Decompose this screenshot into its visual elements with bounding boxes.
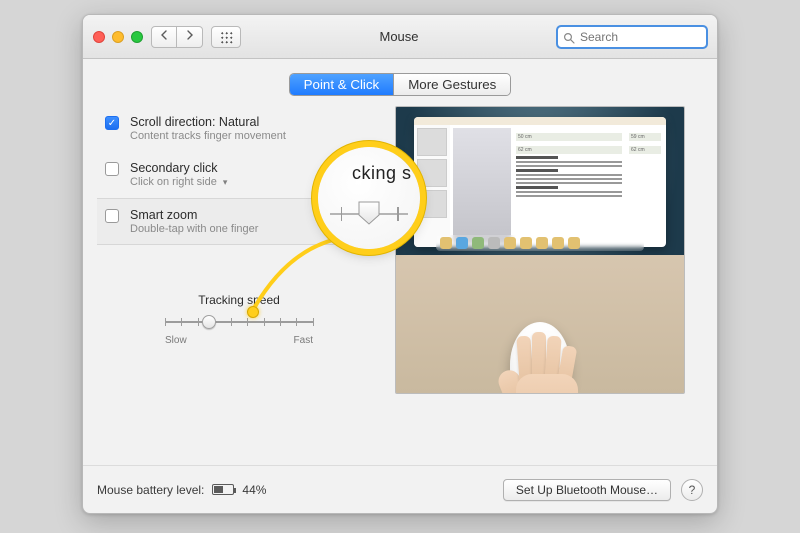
chevron-down-icon[interactable]: ▾ — [223, 177, 228, 187]
setup-bluetooth-button[interactable]: Set Up Bluetooth Mouse… — [503, 479, 671, 501]
preview-desk — [396, 255, 684, 393]
back-button[interactable] — [151, 26, 177, 48]
tracking-speed-group: Tracking speed Slow F — [97, 293, 381, 346]
tracking-speed-thumb[interactable] — [202, 315, 216, 329]
tab-point-and-click[interactable]: Point & Click — [290, 74, 395, 95]
bottom-bar: Mouse battery level: 44% Set Up Bluetoot… — [83, 465, 717, 513]
grid-icon — [219, 30, 233, 44]
preview-desktop: 50 cm 62 cm 59 c — [396, 107, 684, 255]
battery-value: 44% — [242, 483, 266, 497]
option-title: Secondary click — [130, 161, 227, 175]
show-all-prefs-button[interactable] — [211, 26, 241, 48]
gesture-preview: 50 cm 62 cm 59 c — [395, 106, 685, 394]
magnifier-slider — [330, 203, 408, 233]
tracking-speed-label: Tracking speed — [97, 293, 381, 307]
callout-source-dot — [247, 306, 259, 318]
magnifier-text-fragment: cking s — [352, 163, 412, 184]
magnifier-callout: cking s — [318, 147, 420, 249]
search-input[interactable] — [557, 26, 707, 48]
tracking-slow-label: Slow — [165, 335, 187, 346]
tracking-fast-label: Fast — [294, 335, 313, 346]
option-scroll-direction[interactable]: ✓ Scroll direction: Natural Content trac… — [97, 106, 381, 152]
checkbox-scroll-direction[interactable]: ✓ — [105, 116, 119, 130]
zoom-icon[interactable] — [131, 31, 143, 43]
battery-icon — [212, 484, 234, 495]
preview-app-window: 50 cm 62 cm 59 c — [414, 117, 666, 247]
magnifier-slider-thumb — [358, 201, 380, 225]
checkbox-secondary-click[interactable] — [105, 162, 119, 176]
window-title: Mouse — [249, 29, 549, 44]
battery-status: Mouse battery level: 44% — [97, 483, 266, 497]
window-toolbar: Mouse — [83, 15, 717, 59]
tab-row: Point & Click More Gestures — [83, 59, 717, 106]
help-button[interactable]: ? — [681, 479, 703, 501]
option-title: Scroll direction: Natural — [130, 115, 286, 129]
battery-label: Mouse battery level: — [97, 483, 204, 497]
search-wrap — [557, 26, 707, 48]
preferences-window: Mouse Point & Click More Gestures ✓ Scro… — [82, 14, 718, 514]
close-icon[interactable] — [93, 31, 105, 43]
preview-column: 50 cm 62 cm 59 c — [395, 106, 703, 394]
chevron-left-icon — [160, 30, 168, 43]
nav-back-forward — [151, 26, 203, 48]
minimize-icon[interactable] — [112, 31, 124, 43]
window-controls — [93, 31, 143, 43]
forward-button[interactable] — [177, 26, 203, 48]
option-title: Smart zoom — [130, 208, 258, 222]
chevron-right-icon — [186, 30, 194, 43]
option-desc: Click on right side ▾ — [130, 176, 227, 188]
tracking-speed-slider[interactable] — [165, 315, 313, 329]
checkbox-smart-zoom[interactable] — [105, 209, 119, 223]
option-desc: Content tracks finger movement — [130, 130, 286, 142]
tab-more-gestures[interactable]: More Gestures — [394, 74, 510, 95]
option-desc: Double-tap with one finger — [130, 223, 258, 235]
preview-mouse — [490, 330, 590, 394]
